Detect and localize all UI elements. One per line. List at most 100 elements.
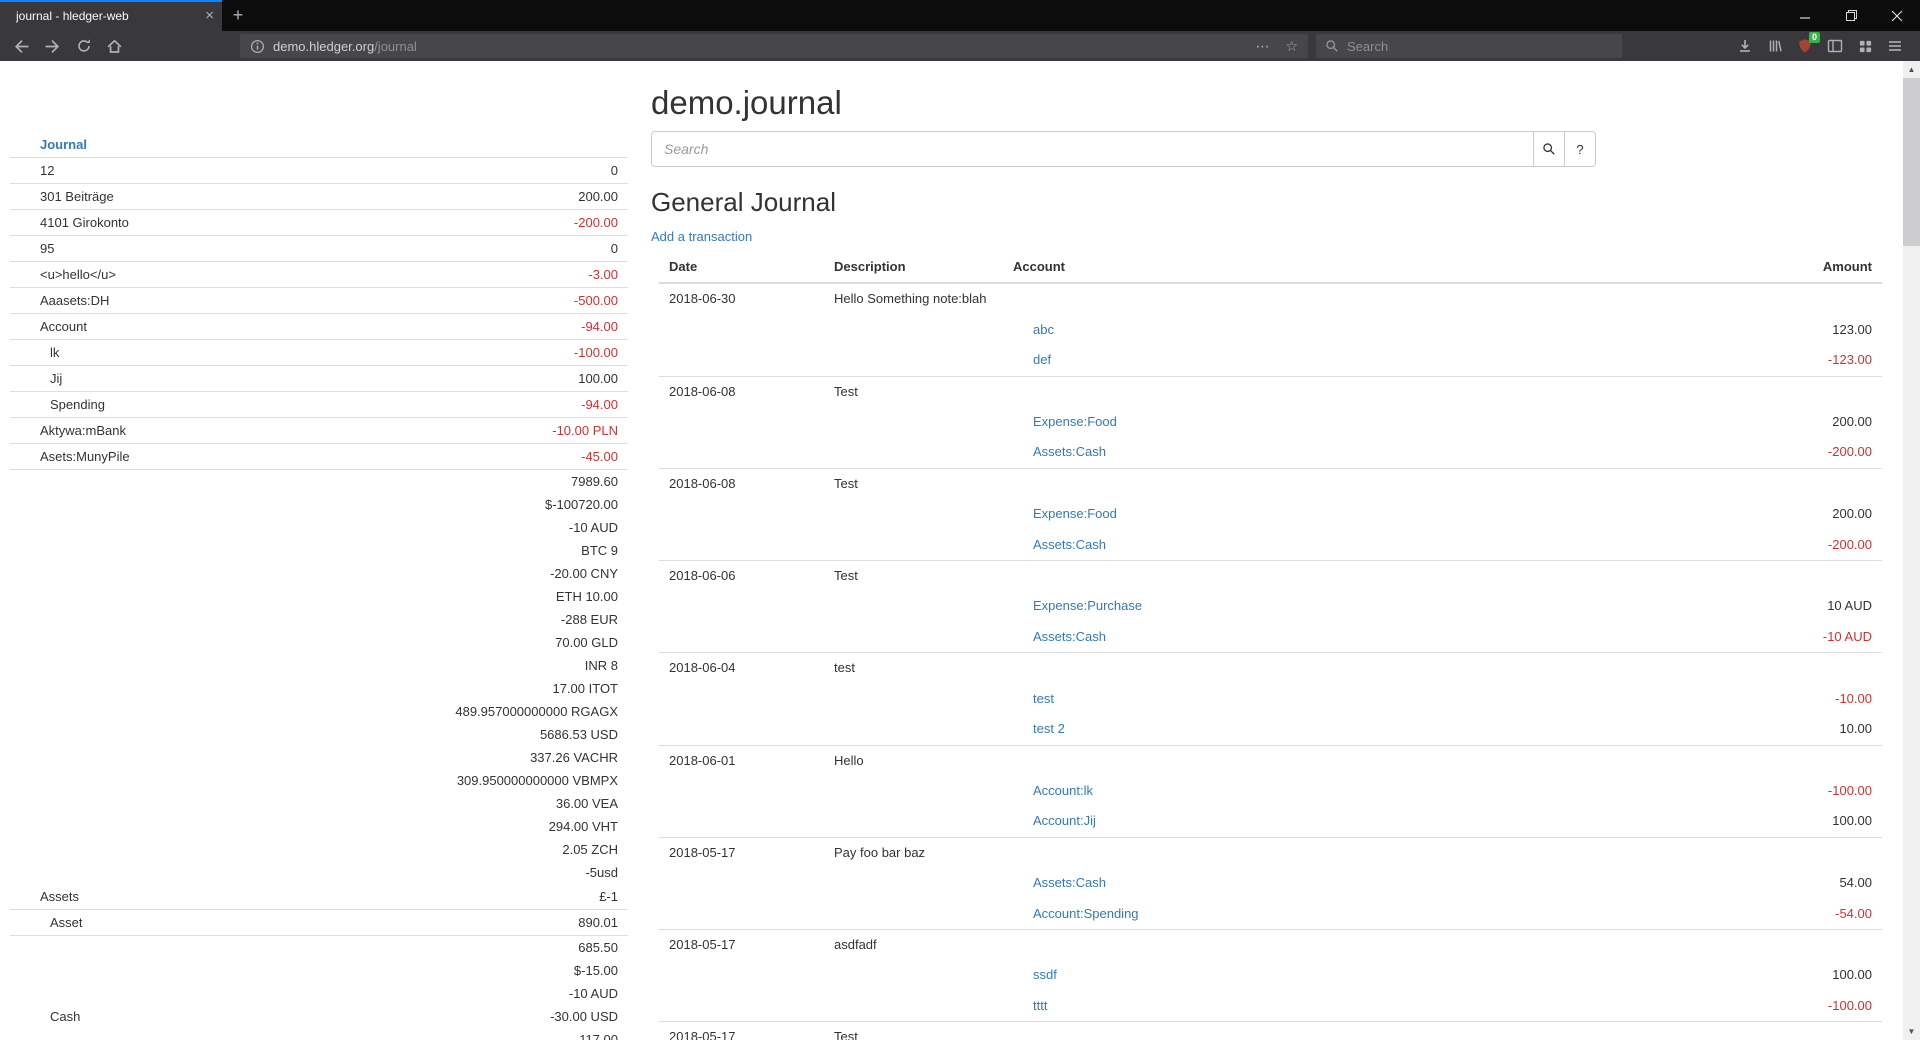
account-name[interactable]: Aktywa:mBank (10, 422, 126, 439)
sidebar-account-row[interactable]: Spending-94.00 (10, 392, 628, 418)
posting-account-link[interactable]: tttt (1033, 998, 1047, 1013)
transaction-row[interactable]: 2018-06-08Test (659, 468, 1882, 499)
library-button[interactable] (1760, 31, 1790, 61)
sidebar-icon (1827, 38, 1843, 54)
posting-account-link[interactable]: Assets:Cash (1033, 629, 1106, 644)
toolbar-right-icons: 0 (1730, 31, 1910, 61)
transaction-row[interactable]: 2018-06-06Test (659, 560, 1882, 591)
forward-button[interactable] (37, 31, 68, 61)
posting-row: def-123.00 (659, 345, 1882, 375)
account-name[interactable]: lk (10, 344, 59, 361)
account-name[interactable]: Spending (10, 396, 105, 413)
posting-account: Assets:Cash (1003, 622, 1682, 652)
account-name[interactable]: 95 (10, 240, 54, 257)
posting-account-link[interactable]: abc (1033, 322, 1054, 337)
sidebar-account-row[interactable]: Aktywa:mBank-10.00 PLN (10, 418, 628, 444)
transaction-row[interactable]: 2018-05-17asdfadf (659, 929, 1882, 960)
page-actions-icon[interactable]: ⋯ (1255, 38, 1269, 55)
home-button[interactable] (99, 31, 130, 61)
posting-account-link[interactable]: Expense:Food (1033, 506, 1117, 521)
transaction-row[interactable]: 2018-05-17Pay foo bar baz (659, 837, 1882, 868)
scroll-up-icon[interactable]: ▲ (1903, 61, 1920, 78)
url-bar[interactable]: demo.hledger.org /journal ⋯ ☆ (240, 34, 1308, 58)
account-balance: 200.00 (578, 188, 618, 205)
scroll-down-icon[interactable]: ▼ (1903, 1023, 1920, 1040)
add-transaction-link[interactable]: Add a transaction (651, 229, 752, 244)
restore-button[interactable] (1828, 0, 1874, 31)
account-name[interactable]: Jij (10, 370, 62, 387)
sidebar-account-row[interactable]: 4101 Girokonto-200.00 (10, 210, 628, 236)
minimize-button[interactable] (1782, 0, 1828, 31)
browser-search-field[interactable]: Search (1316, 34, 1622, 58)
account-balance: 309.950000000000 VBMPX (457, 772, 618, 789)
page-scrollbar[interactable]: ▲ ▼ (1903, 61, 1920, 1040)
posting-row: Assets:Cash-10 AUD (659, 622, 1882, 652)
account-balance: -94.00 (581, 318, 618, 335)
posting-account-link[interactable]: Expense:Purchase (1033, 598, 1142, 613)
posting-account-link[interactable]: Account:Jij (1033, 813, 1096, 828)
account-name[interactable]: Account (10, 318, 87, 335)
posting-account-link[interactable]: Assets:Cash (1033, 875, 1106, 890)
account-name[interactable]: Asset (10, 914, 83, 931)
posting-account-link[interactable]: ssdf (1033, 967, 1057, 982)
sidebar-account-row: -117.00 (10, 1028, 628, 1040)
sidebar-account-row[interactable]: 120 (10, 158, 628, 184)
sidebar-journal-link[interactable]: Journal (10, 132, 628, 158)
transaction-row[interactable]: 2018-06-01Hello (659, 745, 1882, 776)
tab-close-icon[interactable]: × (205, 7, 214, 24)
browser-tab[interactable]: journal - hledger-web × (0, 0, 222, 31)
account-name[interactable]: 301 Beiträge (10, 188, 114, 205)
navigation-toolbar: demo.hledger.org /journal ⋯ ☆ Search 0 (0, 31, 1920, 61)
search-icon (1325, 39, 1339, 53)
reload-icon (76, 38, 92, 54)
sidebar-account-row[interactable]: Cash-30.00 USD (10, 1005, 628, 1028)
adblock-extension-button[interactable]: 0 (1790, 31, 1820, 61)
scrollbar-thumb[interactable] (1903, 78, 1920, 246)
back-button[interactable] (6, 31, 37, 61)
sidebar-account-row[interactable]: lk-100.00 (10, 340, 628, 366)
transaction-row[interactable]: 2018-06-04test (659, 652, 1882, 683)
account-name[interactable]: Assets (10, 888, 79, 905)
journal-search-input[interactable] (651, 131, 1534, 167)
menu-button[interactable] (1880, 31, 1910, 61)
posting-account-link[interactable]: Expense:Food (1033, 414, 1117, 429)
posting-account-link[interactable]: test 2 (1033, 721, 1065, 736)
bookmark-star-icon[interactable]: ☆ (1285, 38, 1298, 55)
sidebar-account-row[interactable]: 301 Beiträge 200.00 (10, 184, 628, 210)
sidebar-account-row: $-15.00 (10, 959, 628, 982)
browser-search-placeholder: Search (1347, 39, 1388, 54)
sidebar-account-row[interactable]: Aaasets:DH-500.00 (10, 288, 628, 314)
sidebar-account-row[interactable]: Asset890.01 (10, 910, 628, 936)
posting-account-link[interactable]: test (1033, 691, 1054, 706)
transaction-row[interactable]: 2018-06-30Hello Something note:blah (659, 284, 1882, 314)
transaction-row[interactable]: 2018-06-08Test (659, 376, 1882, 407)
account-name[interactable]: 4101 Girokonto (10, 214, 129, 231)
new-tab-button[interactable]: + (222, 0, 254, 31)
posting-account-link[interactable]: Account:lk (1033, 783, 1093, 798)
posting-account: tttt (1003, 991, 1682, 1021)
sidebar-account-row[interactable]: 950 (10, 236, 628, 262)
downloads-button[interactable] (1730, 31, 1760, 61)
posting-account-link[interactable]: Account:Spending (1033, 906, 1139, 921)
close-button[interactable] (1874, 0, 1920, 31)
transaction-row[interactable]: 2018-05-17Test (659, 1021, 1882, 1040)
account-name[interactable]: Asets:MunyPile (10, 448, 130, 465)
account-name[interactable]: Cash (10, 1008, 80, 1025)
posting-account-link[interactable]: def (1033, 352, 1051, 367)
apps-button[interactable] (1850, 31, 1880, 61)
reload-button[interactable] (68, 31, 99, 61)
sidebars-button[interactable] (1820, 31, 1850, 61)
search-help-button[interactable]: ? (1565, 131, 1596, 167)
posting-account-link[interactable]: Assets:Cash (1033, 444, 1106, 459)
account-name[interactable]: 12 (10, 162, 54, 179)
sidebar-account-row[interactable]: Asets:MunyPile-45.00 (10, 444, 628, 470)
sidebar-account-row[interactable]: Account -94.00 (10, 314, 628, 340)
site-info-icon[interactable] (250, 39, 265, 54)
sidebar-account-row[interactable]: Assets£-1 (10, 884, 628, 910)
sidebar-account-row[interactable]: <u>hello</u>-3.00 (10, 262, 628, 288)
sidebar-account-row[interactable]: Jij100.00 (10, 366, 628, 392)
account-name[interactable]: Aaasets:DH (10, 292, 109, 309)
journal-search-button[interactable] (1534, 131, 1565, 167)
account-name[interactable]: <u>hello</u> (10, 266, 116, 283)
posting-account-link[interactable]: Assets:Cash (1033, 537, 1106, 552)
